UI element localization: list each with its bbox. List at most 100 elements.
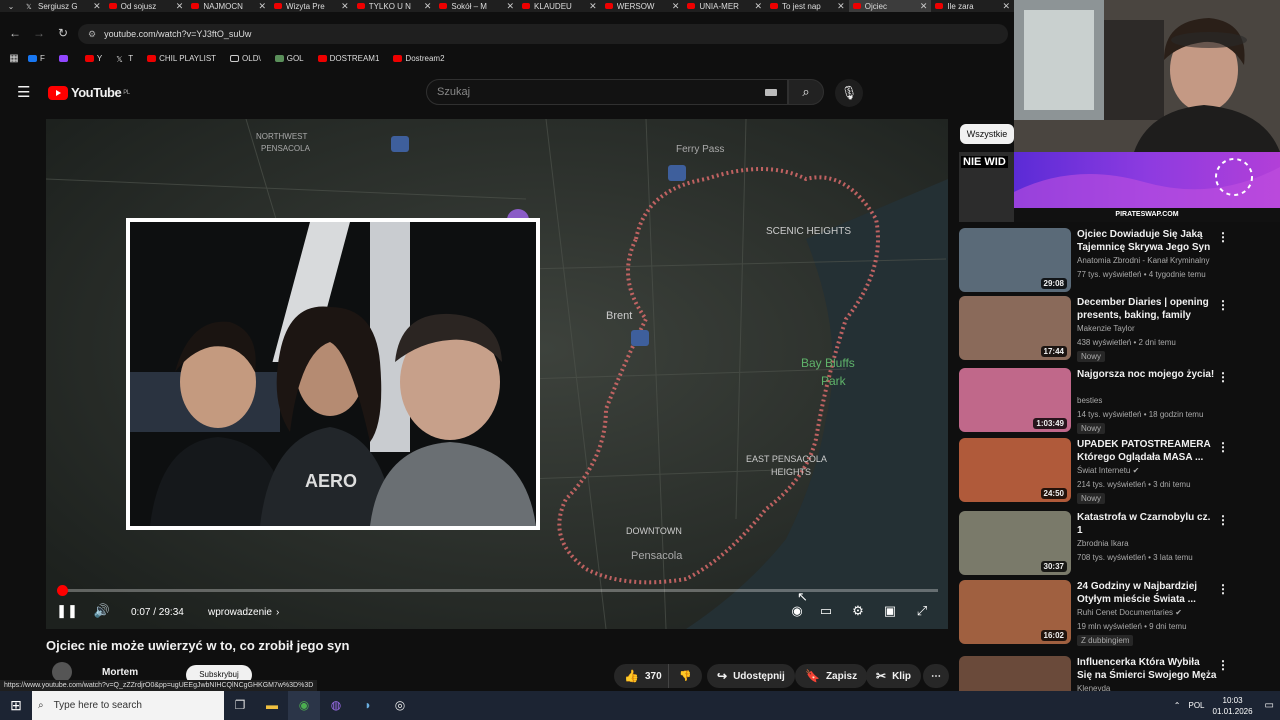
theater-mode-button[interactable]: ▣ <box>879 600 901 622</box>
apps-grid-icon[interactable]: ▦ <box>0 53 28 64</box>
video-thumbnail[interactable]: 24:50 <box>959 438 1071 502</box>
recommended-video[interactable]: 24:50 UPADEK PATOSTREAMERA Którego Ogląda… <box>959 438 1269 504</box>
bookmark-item[interactable]: Y <box>84 54 102 63</box>
site-info-icon[interactable]: ⚙ <box>88 29 96 40</box>
notifications-icon[interactable]: ▭ <box>1265 700 1274 711</box>
file-explorer-icon[interactable]: ▬ <box>256 691 288 720</box>
close-tab-icon[interactable]: ✕ <box>341 1 349 12</box>
video-thumbnail[interactable]: 16:02 <box>959 580 1071 644</box>
bookmark-item[interactable] <box>58 54 71 62</box>
filter-chip-all[interactable]: Wszystkie <box>960 124 1014 144</box>
browser-tab[interactable]: Od sojusz ✕ <box>105 0 188 12</box>
save-button[interactable]: 🔖 Zapisz <box>795 664 868 688</box>
browser-tab[interactable]: 𝕏 Sergiusz G ✕ <box>22 0 105 12</box>
messenger-icon[interactable]: ◍ <box>320 691 352 720</box>
more-vertical-icon[interactable]: ⋮ <box>1217 298 1229 312</box>
video-thumbnail[interactable]: 17:44 <box>959 296 1071 360</box>
browser-tab[interactable]: KLAUDEU ✕ <box>518 0 601 12</box>
youtube-logo[interactable]: YouTube PL <box>48 85 130 100</box>
more-vertical-icon[interactable]: ⋮ <box>1217 370 1229 384</box>
close-tab-icon[interactable]: ✕ <box>1003 1 1011 12</box>
video-title[interactable]: Ojciec Dowiaduje Się Jaką Tajemnicę Skry… <box>1077 228 1217 254</box>
channel-name[interactable]: Makenzie Taylor <box>1077 324 1135 333</box>
video-title[interactable]: 24 Godziny w Najbardziej Otyłym mieście … <box>1077 580 1217 606</box>
pause-button[interactable]: ❚❚ <box>56 600 78 622</box>
browser-tab[interactable]: TYLKO U N ✕ <box>353 0 436 12</box>
browser-tab[interactable]: Ile zara ✕ <box>931 0 1014 12</box>
channel-name[interactable]: Anatomia Zbrodni - Kanał Kryminalny <box>1077 256 1210 265</box>
like-button[interactable]: 👍 370 <box>614 664 668 688</box>
close-tab-icon[interactable]: ✕ <box>93 1 101 12</box>
clip-button[interactable]: ✂ Klip <box>866 664 921 688</box>
ad-thumbnail[interactable]: NIE WID <box>959 152 1015 222</box>
close-tab-icon[interactable]: ✕ <box>837 1 845 12</box>
bookmark-item[interactable]: CHIL PLAYLIST <box>147 54 216 63</box>
sponsor-banner[interactable]: PIRATESWAP.COM <box>1014 152 1280 222</box>
more-actions-button[interactable]: ⋯ <box>923 664 949 688</box>
menu-icon[interactable]: ☰ <box>17 83 30 101</box>
close-tab-icon[interactable]: ✕ <box>176 1 184 12</box>
browser-tab[interactable]: WERSOW ✕ <box>601 0 684 12</box>
video-title[interactable]: Influencerka Która Wybiła Się na Śmierci… <box>1077 656 1217 682</box>
back-icon[interactable]: ← <box>3 26 27 40</box>
settings-button[interactable]: ⚙ <box>847 600 869 622</box>
channel-name[interactable]: Zbrodnia Ikara <box>1077 539 1129 548</box>
progress-scrubber[interactable] <box>56 585 68 596</box>
bookmark-item[interactable]: 𝕏T <box>116 54 133 64</box>
dislike-button[interactable]: 👎 <box>668 664 702 688</box>
bookmark-item[interactable]: GOL <box>274 54 304 63</box>
more-vertical-icon[interactable]: ⋮ <box>1217 440 1229 454</box>
browser-tab[interactable]: Ojciec ✕ <box>848 0 932 12</box>
channel-name[interactable]: Świat Internetu ✔ <box>1077 466 1139 475</box>
url-field[interactable]: ⚙ youtube.com/watch?v=YJ3ftO_suUw <box>78 24 1008 44</box>
forward-icon[interactable]: → <box>27 26 51 40</box>
more-vertical-icon[interactable]: ⋮ <box>1217 658 1229 672</box>
voice-search-button[interactable]: 🎙 <box>835 79 863 107</box>
channel-name[interactable]: besties <box>1077 396 1102 405</box>
close-tab-icon[interactable]: ✕ <box>506 1 514 12</box>
tab-list-chevron-icon[interactable]: ⌄ <box>0 2 22 11</box>
bookmark-item[interactable]: OLD\ <box>230 54 261 63</box>
more-vertical-icon[interactable]: ⋮ <box>1217 230 1229 244</box>
video-player[interactable]: SCENIC HEIGHTS Brent Bay Bluffs Park EAS… <box>46 119 948 629</box>
volume-button[interactable]: 🔊 <box>91 600 113 622</box>
channel-name[interactable]: Mortem <box>102 667 138 678</box>
chrome-icon[interactable]: ◉ <box>288 691 320 720</box>
language-indicator[interactable]: POL <box>1188 701 1204 710</box>
recommended-video[interactable]: 29:08 Ojciec Dowiaduje Się Jaką Tajemnicę… <box>959 228 1269 292</box>
recommended-video[interactable]: 16:02 24 Godziny w Najbardziej Otyłym mie… <box>959 580 1269 646</box>
search-input[interactable]: Szukaj <box>426 79 788 105</box>
more-vertical-icon[interactable]: ⋮ <box>1217 582 1229 596</box>
subtitles-button[interactable]: ▭ <box>815 600 837 622</box>
video-thumbnail[interactable]: 30:37 <box>959 511 1071 575</box>
video-title[interactable]: Katastrofa w Czarnobylu cz. 1 <box>1077 511 1217 537</box>
browser-tab[interactable]: UNIA-MER ✕ <box>683 0 766 12</box>
taskbar-search-input[interactable]: ⌕ Type here to search <box>32 691 224 720</box>
close-tab-icon[interactable]: ✕ <box>424 1 432 12</box>
bookmark-item[interactable]: Dostream2 <box>393 54 445 63</box>
close-tab-icon[interactable]: ✕ <box>672 1 680 12</box>
browser-tab[interactable]: NAJMOCN ✕ <box>187 0 270 12</box>
clock[interactable]: 10:03 01.01.2026 <box>1213 695 1253 717</box>
reload-icon[interactable]: ↻ <box>51 26 75 40</box>
recommended-video[interactable]: 1:03:49 Najgorsza noc mojego życia! bestie… <box>959 368 1269 434</box>
keyboard-icon[interactable] <box>765 89 777 96</box>
close-tab-icon[interactable]: ✕ <box>920 1 928 12</box>
share-button[interactable]: ↪ Udostępnij <box>707 664 795 688</box>
more-vertical-icon[interactable]: ⋮ <box>1217 513 1229 527</box>
channel-name[interactable]: Ruhi Cenet Documentaries ✔ <box>1077 608 1182 617</box>
video-title[interactable]: Najgorsza noc mojego życia! <box>1077 368 1217 381</box>
browser-tab[interactable]: Sokół – M ✕ <box>435 0 518 12</box>
task-view-icon[interactable]: ❐ <box>224 691 256 720</box>
video-title[interactable]: December Diaries | opening presents, bak… <box>1077 296 1217 322</box>
recommended-video[interactable]: 17:44 December Diaries | opening presents… <box>959 296 1269 362</box>
close-tab-icon[interactable]: ✕ <box>258 1 266 12</box>
windows-start-icon[interactable]: ⊞ <box>0 697 32 714</box>
bookmark-item[interactable]: DOSTREAM1 <box>317 54 379 63</box>
obs-icon[interactable]: ◎ <box>384 691 416 720</box>
video-thumbnail[interactable]: 1:03:49 <box>959 368 1071 432</box>
recommended-video[interactable]: 30:37 Katastrofa w Czarnobylu cz. 1 Zbrodn… <box>959 511 1269 575</box>
bookmark-item[interactable]: F <box>28 54 45 63</box>
search-button[interactable]: ⌕ <box>788 79 824 105</box>
steam-icon[interactable]: ◗ <box>352 691 384 720</box>
